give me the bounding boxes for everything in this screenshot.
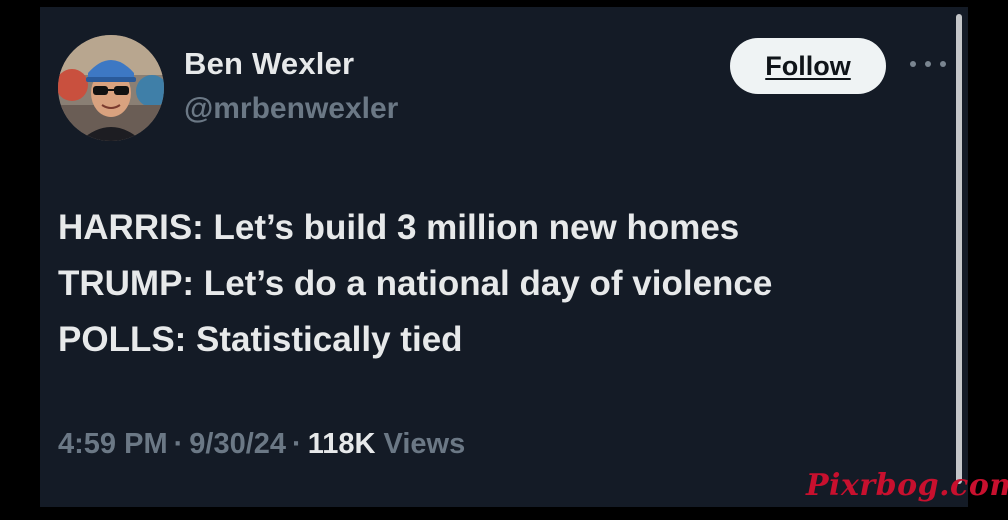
more-dot	[925, 61, 931, 67]
author-display-name[interactable]: Ben Wexler	[184, 46, 354, 82]
tweet-text: HARRIS: Let’s build 3 million new homes …	[58, 200, 948, 368]
tweet-line: POLLS: Statistically tied	[58, 320, 463, 359]
author-handle[interactable]: @mrbenwexler	[184, 92, 398, 126]
tweet-line: TRUMP: Let’s do a national day of violen…	[58, 264, 773, 303]
screenshot-frame: Ben Wexler @mrbenwexler Follow HARRIS: L…	[0, 0, 1008, 520]
views-count: 118K	[307, 428, 376, 460]
avatar[interactable]	[58, 35, 164, 141]
avatar-photo	[58, 35, 164, 141]
views-label: Views	[383, 428, 466, 460]
scrollbar[interactable]	[956, 14, 962, 484]
tweet-line: HARRIS: Let’s build 3 million new homes	[58, 208, 740, 247]
more-horizontal-icon[interactable]	[910, 56, 946, 72]
watermark: Pixrbog.com	[806, 468, 1008, 503]
meta-separator: ·	[292, 428, 302, 460]
more-dot	[940, 61, 946, 67]
follow-button[interactable]: Follow	[730, 38, 886, 94]
more-dot	[910, 61, 916, 67]
tweet-date[interactable]: 9/30/24	[189, 428, 286, 460]
tweet-time[interactable]: 4:59 PM	[58, 428, 168, 460]
tweet-meta: 4:59 PM · 9/30/24 · 118K Views	[58, 428, 465, 461]
meta-separator: ·	[173, 428, 184, 460]
